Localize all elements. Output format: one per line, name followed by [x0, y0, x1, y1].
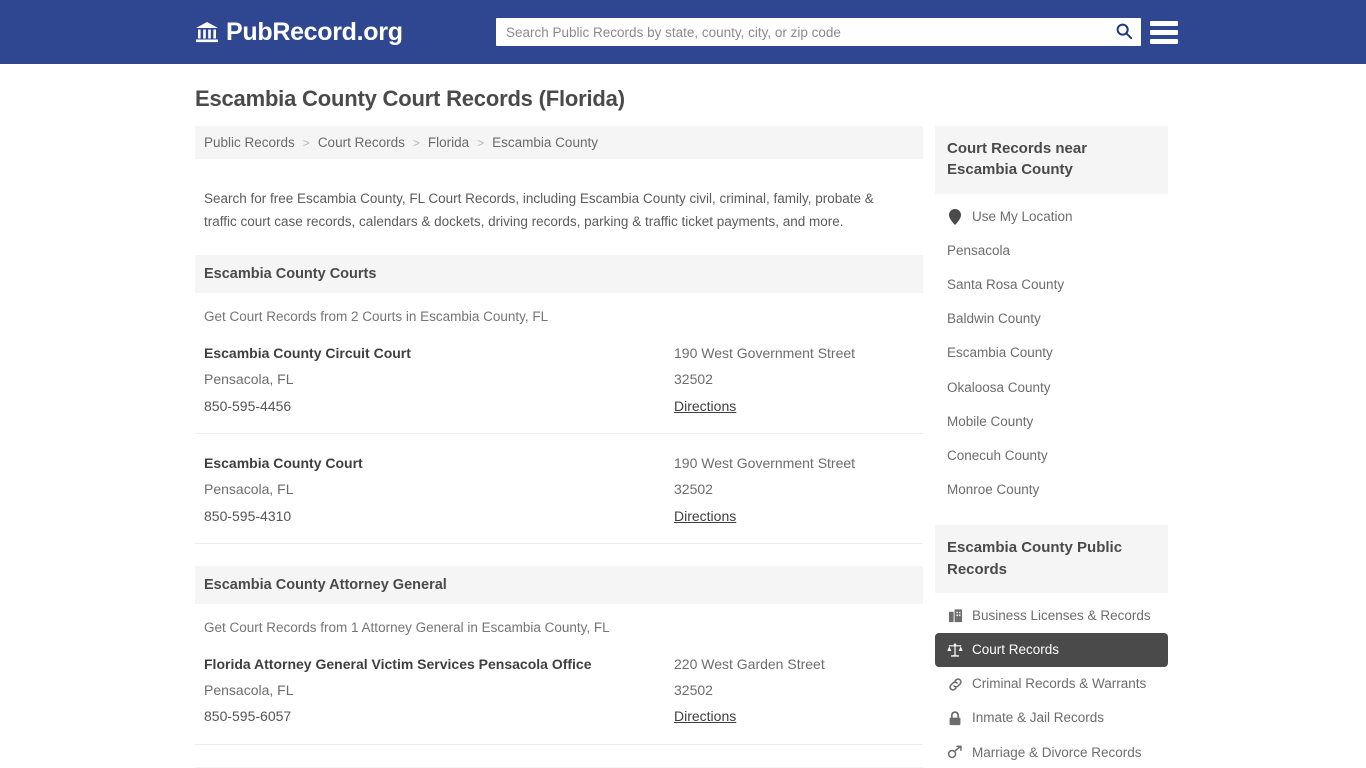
listing-right-column: 190 West Government Street 32502 Directi…	[674, 450, 913, 529]
section-heading-courts: Escambia County Courts	[195, 254, 923, 293]
search-icon	[1115, 22, 1133, 43]
site-header: PubRecord.org	[0, 0, 1366, 64]
breadcrumb-separator: >	[302, 135, 310, 150]
sidebar-item-label: Marriage & Divorce Records	[972, 744, 1142, 760]
breadcrumb-separator: >	[412, 135, 420, 150]
breadcrumb-item-public-records[interactable]: Public Records	[204, 135, 295, 150]
sidebar-item-label: Criminal Records & Warrants	[972, 676, 1147, 692]
listing-phone: 850-595-6057	[204, 708, 292, 725]
bank-building-icon	[195, 20, 219, 44]
listing-city: Pensacola, FL	[204, 371, 294, 388]
listing-street: 190 West Government Street	[674, 344, 856, 361]
main-content: Public Records > Court Records > Florida…	[195, 126, 923, 768]
listing-city: Pensacola, FL	[204, 481, 294, 498]
search-button[interactable]	[1107, 18, 1141, 46]
sidebar-public-records-heading: Escambia County Public Records	[935, 525, 1168, 593]
menu-bar-1	[1150, 20, 1178, 26]
sidebar-item-inmate-jail-records[interactable]: Inmate & Jail Records	[935, 701, 1168, 735]
sidebar-item-escambia-county[interactable]: Escambia County	[935, 336, 1168, 370]
listing-right-column: 220 West Garden Street 32502 Directions	[674, 651, 913, 730]
section-subtitle-courts: Get Court Records from 2 Courts in Escam…	[204, 308, 549, 324]
sidebar-item-santa-rosa-county[interactable]: Santa Rosa County	[935, 268, 1168, 302]
listing-left-column: Florida Attorney General Victim Services…	[204, 651, 674, 730]
sidebar-item-label: Okaloosa County	[947, 379, 1051, 395]
listing-street: 190 West Government Street	[674, 454, 856, 471]
sidebar-item-label: Mobile County	[947, 413, 1034, 429]
link-chain-icon	[947, 676, 963, 692]
sidebar-item-label: Baldwin County	[947, 311, 1041, 327]
sidebar-item-court-records[interactable]: Court Records	[935, 633, 1168, 668]
listing-zip: 32502	[674, 481, 713, 498]
sidebar-item-conecuh-county[interactable]: Conecuh County	[935, 439, 1168, 473]
sidebar-item-monroe-county[interactable]: Monroe County	[935, 473, 1168, 507]
listing-name-link[interactable]: Florida Attorney General Victim Services…	[204, 651, 674, 677]
sidebar-nearby-box: Court Records near Escambia County Use M…	[935, 126, 1168, 507]
section-subtitle-attorney-general: Get Court Records from 1 Attorney Genera…	[204, 619, 610, 635]
page-container: Escambia County Court Records (Florida) …	[0, 64, 1366, 768]
sidebar-item-pensacola[interactable]: Pensacola	[935, 234, 1168, 268]
briefcase-icon	[947, 608, 963, 624]
lock-icon	[947, 711, 963, 727]
sidebar-item-label: Court Records	[972, 642, 1060, 658]
directions-link[interactable]: Directions	[674, 503, 736, 529]
listing-name-link[interactable]: Escambia County Court	[204, 450, 674, 476]
directions-link[interactable]: Directions	[674, 393, 736, 419]
search-input[interactable]	[496, 19, 1107, 45]
sidebar-item-label: Pensacola	[947, 242, 1011, 258]
menu-bar-3	[1150, 38, 1178, 44]
sidebar-item-marriage-divorce-records[interactable]: Marriage & Divorce Records	[935, 736, 1168, 768]
gender-symbols-icon	[947, 745, 963, 761]
sidebar-item-baldwin-county[interactable]: Baldwin County	[935, 302, 1168, 336]
sidebar-item-label: Inmate & Jail Records	[972, 710, 1105, 726]
listing-row: Escambia County Court Pensacola, FL 850-…	[195, 434, 923, 544]
section-heading-attorney-general: Escambia County Attorney General	[195, 565, 923, 604]
breadcrumb-item-court-records[interactable]: Court Records	[318, 135, 405, 150]
sidebar-item-label: Use My Location	[972, 208, 1073, 224]
listing-zip: 32502	[674, 682, 713, 699]
listing-zip: 32502	[674, 371, 713, 388]
breadcrumb-separator: >	[477, 135, 485, 150]
site-logo-text: PubRecord.org	[226, 17, 403, 46]
sidebar-item-label: Santa Rosa County	[947, 276, 1065, 292]
map-pin-icon	[947, 208, 963, 225]
sidebar-item-label: Conecuh County	[947, 447, 1048, 463]
sidebar-item-label: Business Licenses & Records	[972, 607, 1151, 623]
sidebar-public-records-list: Business Licenses & Records Court Record…	[935, 593, 1168, 768]
breadcrumb: Public Records > Court Records > Florida…	[195, 126, 923, 159]
page-columns: Public Records > Court Records > Florida…	[0, 126, 1366, 768]
sidebar-item-mobile-county[interactable]: Mobile County	[935, 405, 1168, 439]
sidebar-item-label: Escambia County	[947, 345, 1053, 361]
sidebar-item-okaloosa-county[interactable]: Okaloosa County	[935, 371, 1168, 405]
sidebar-item-use-my-location[interactable]: Use My Location	[935, 200, 1168, 234]
sidebar-divider	[935, 511, 1168, 525]
sidebar-item-business-licenses[interactable]: Business Licenses & Records	[935, 599, 1168, 633]
hamburger-menu-icon[interactable]	[1150, 17, 1178, 47]
listing-left-column: Escambia County Court Pensacola, FL 850-…	[204, 450, 674, 529]
scales-of-justice-icon	[947, 642, 963, 658]
sidebar-public-records-box: Escambia County Public Records Business …	[935, 525, 1168, 768]
breadcrumb-item-florida[interactable]: Florida	[428, 135, 469, 150]
listing-row: Florida Attorney General Victim Services…	[195, 635, 923, 745]
sidebar-nearby-list: Use My Location Pensacola Santa Rosa Cou…	[935, 194, 1168, 508]
sidebar-nearby-heading: Court Records near Escambia County	[935, 126, 1168, 194]
page-intro-text: Search for free Escambia County, FL Cour…	[204, 190, 874, 229]
listing-name-link[interactable]: Escambia County Circuit Court	[204, 340, 674, 366]
directions-link[interactable]: Directions	[674, 703, 736, 729]
menu-bar-2	[1150, 29, 1178, 35]
page-title: Escambia County Court Records (Florida)	[195, 86, 625, 111]
listing-right-column: 190 West Government Street 32502 Directi…	[674, 340, 913, 419]
breadcrumb-item-escambia-county: Escambia County	[492, 135, 598, 150]
site-logo-link[interactable]: PubRecord.org	[195, 17, 403, 46]
sidebar-item-label: Monroe County	[947, 482, 1040, 498]
listing-left-column: Escambia County Circuit Court Pensacola,…	[204, 340, 674, 419]
sidebar: Court Records near Escambia County Use M…	[935, 126, 1168, 768]
listing-phone: 850-595-4310	[204, 507, 292, 524]
listing-row: Escambia County Circuit Court Pensacola,…	[195, 324, 923, 434]
listing-phone: 850-595-4456	[204, 397, 292, 414]
sidebar-item-criminal-records[interactable]: Criminal Records & Warrants	[935, 667, 1168, 701]
listing-city: Pensacola, FL	[204, 682, 294, 699]
listing-street: 220 West Garden Street	[674, 655, 825, 672]
search-bar	[496, 18, 1141, 46]
